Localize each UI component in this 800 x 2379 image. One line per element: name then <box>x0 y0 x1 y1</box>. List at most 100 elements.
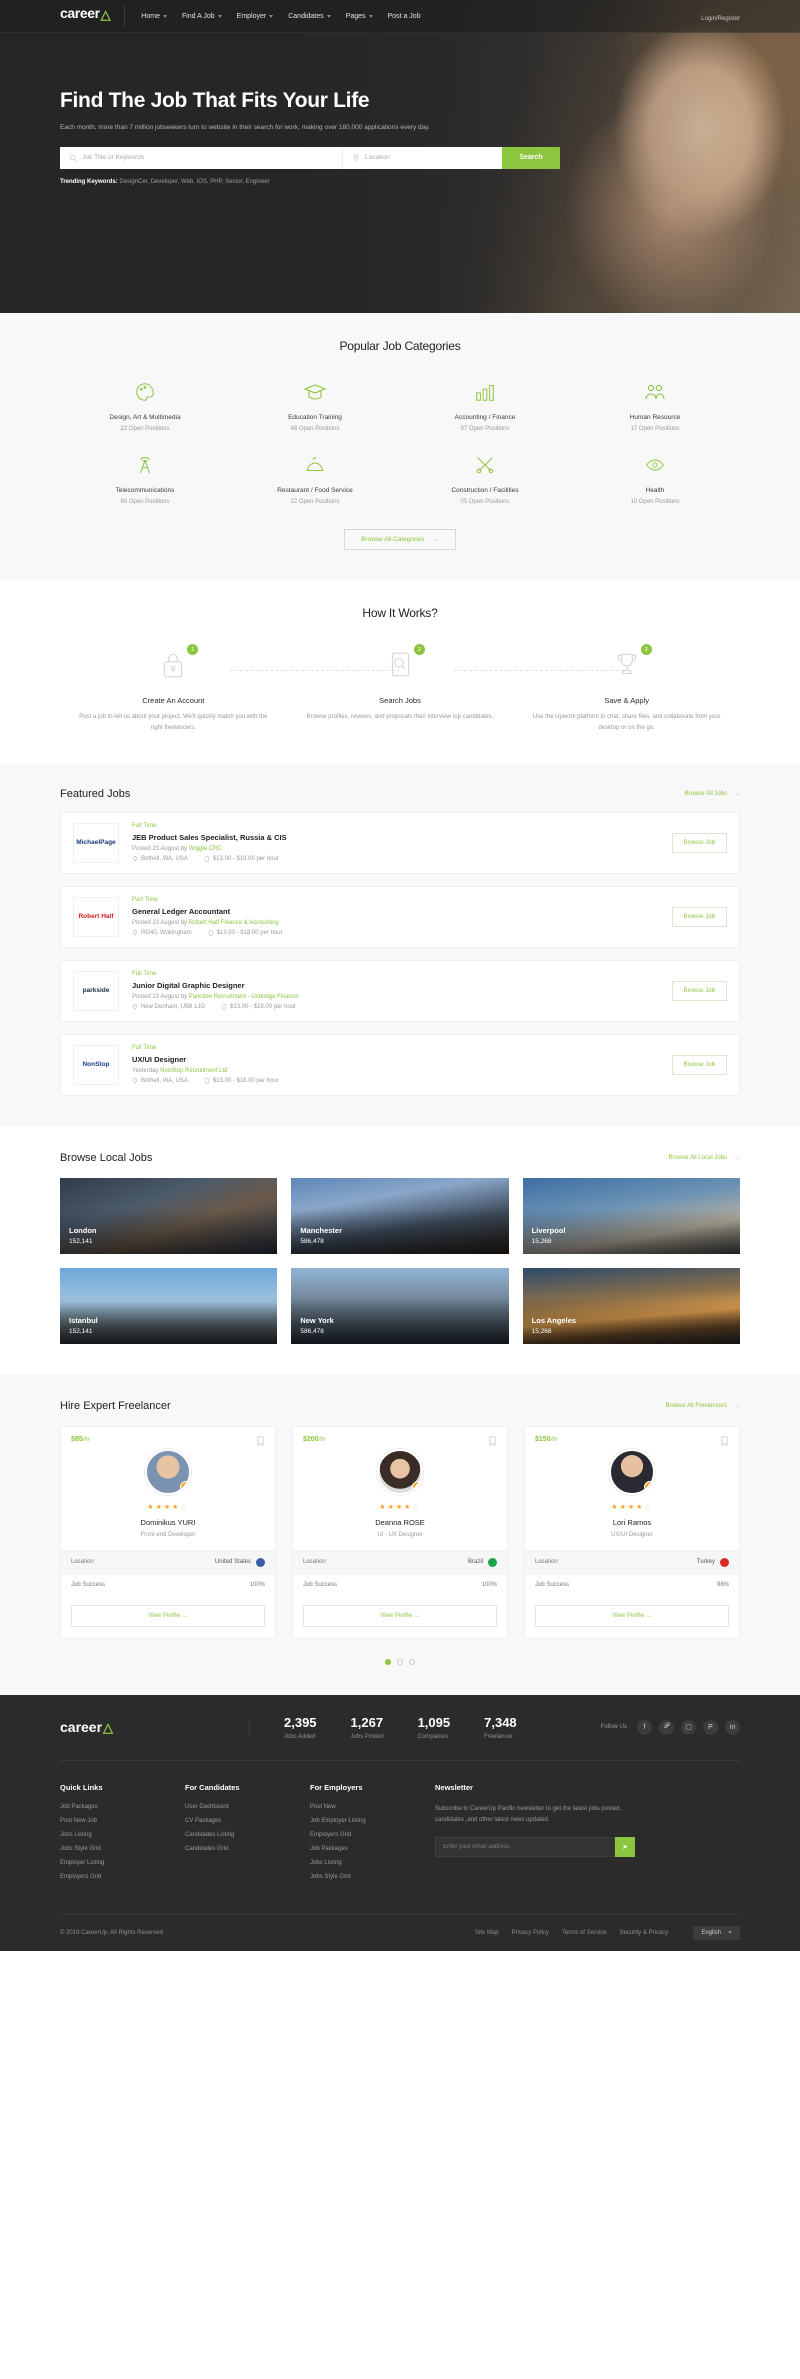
footer-bottom-link[interactable]: Privacy Policy <box>512 1930 549 1936</box>
company-logo: MichaelPage <box>73 822 119 863</box>
carousel-dot[interactable] <box>409 1658 415 1665</box>
login-register-link[interactable]: Login/Register <box>701 16 740 22</box>
footer-link[interactable]: Post New Job <box>60 1818 185 1824</box>
footer-link[interactable]: Candidates Listing <box>185 1832 310 1838</box>
footer-link[interactable]: Jobs Listing <box>310 1860 435 1866</box>
footer-bottom-link[interactable]: Terms of Service <box>562 1930 607 1936</box>
nav-item-home[interactable]: Home <box>141 13 167 20</box>
category-item[interactable]: Construction / Facilities 05 Open Positi… <box>400 452 570 505</box>
nav-item-candidates[interactable]: Candidates <box>288 13 331 20</box>
carousel-dot[interactable] <box>397 1658 403 1665</box>
footer-link[interactable]: Jobs Style Grid <box>60 1846 185 1852</box>
city-card[interactable]: Los Angeles 15,268 <box>522 1267 740 1344</box>
job-card[interactable]: MichaelPage Full Time JEB Product Sales … <box>60 811 740 874</box>
job-company-link[interactable]: Parkside Recruitment - Uxbridge Finance <box>189 994 299 1000</box>
job-card[interactable]: parkside Full Time Junior Digital Graphi… <box>60 959 740 1022</box>
carousel-dot-active[interactable] <box>385 1658 391 1665</box>
city-card[interactable]: New York 586,478 <box>291 1267 509 1344</box>
footer-link[interactable]: User Dashboard <box>185 1804 310 1810</box>
language-selector[interactable]: English <box>693 1925 740 1940</box>
footer-link[interactable]: Jobs Listing <box>60 1832 185 1838</box>
site-logo[interactable]: career △ <box>60 5 126 27</box>
footer-link[interactable]: Post New <box>310 1804 435 1810</box>
bookmark-icon[interactable] <box>256 1436 265 1447</box>
footer-link[interactable]: Employer Listing <box>60 1860 185 1866</box>
footer-link[interactable]: Employers Grid <box>310 1832 435 1838</box>
location-input[interactable] <box>365 154 493 162</box>
category-item[interactable]: Telecommunications 60 Open Positions <box>60 452 230 505</box>
money-icon <box>204 856 209 862</box>
freelancer-card[interactable]: $200/hr ♕ ★★★★☆ Deanna ROSE UI - UX Desi… <box>292 1425 508 1639</box>
footer-logo[interactable]: career △ <box>60 1718 250 1736</box>
step-title: Save & Apply <box>604 696 649 705</box>
browse-job-button[interactable]: Browse Job <box>671 1054 727 1075</box>
browse-all-freelancers-link[interactable]: Browse All Freelancers → <box>666 1403 740 1409</box>
job-card[interactable]: Robert Half Part Time General Ledger Acc… <box>60 885 740 948</box>
city-card[interactable]: Manchester 586,478 <box>291 1177 509 1254</box>
city-card[interactable]: Liverpool 15,268 <box>522 1177 740 1254</box>
job-company-link[interactable]: NonStop Recruitment Ltd <box>160 1068 227 1074</box>
bookmark-icon[interactable] <box>488 1436 497 1447</box>
linkedin-icon[interactable]: in <box>725 1719 740 1735</box>
view-profile-button[interactable]: View Profile → <box>535 1604 729 1627</box>
footer-link[interactable]: Candidates Grid <box>185 1846 310 1852</box>
twitter-icon[interactable]: 𝒫 <box>659 1719 674 1735</box>
view-profile-label: View Profile <box>148 1612 180 1619</box>
browse-all-categories-button[interactable]: Browse All Categories → <box>343 529 457 550</box>
location-search-field[interactable] <box>342 146 502 169</box>
view-profile-label: View Profile <box>612 1612 644 1619</box>
trending-values[interactable]: DesignCer, Developer, Web, IOS, PHP, Sen… <box>119 179 269 185</box>
footer-link[interactable]: Job Employer Listing <box>310 1818 435 1824</box>
footer-link[interactable]: Employers Grid <box>60 1874 185 1880</box>
footer-bottom-link[interactable]: Security & Privacy <box>620 1930 669 1936</box>
keyword-search-field[interactable] <box>60 147 342 169</box>
facebook-icon[interactable]: f <box>637 1719 652 1735</box>
footer-link[interactable]: CV Packages <box>185 1818 310 1824</box>
rate-amount: $150 <box>535 1435 551 1443</box>
browse-job-button[interactable]: Browse Job <box>671 980 727 1001</box>
city-card[interactable]: Istanbul 152,141 <box>60 1267 278 1344</box>
nav-item-find-a-job[interactable]: Find A Job <box>182 13 222 20</box>
nav-item-employer[interactable]: Employer <box>237 13 274 20</box>
nav-item-post-a-job[interactable]: Post a Job <box>388 13 421 20</box>
category-item[interactable]: Accounting / Finance 97 Open Positions <box>400 379 570 432</box>
browse-all-local-jobs-link[interactable]: Browse All Local Jobs → <box>669 1155 740 1161</box>
view-profile-button[interactable]: View Profile → <box>71 1604 265 1627</box>
job-card[interactable]: NonStop Full Time UX/UI Designer Yesterd… <box>60 1033 740 1096</box>
footer-link[interactable]: Job Packages <box>60 1804 185 1810</box>
browse-job-button[interactable]: Browse Job <box>671 906 727 927</box>
job-company-link[interactable]: Wiggle CRC <box>189 846 222 852</box>
city-grid: London 152,141 Manchester 586,478 Liverp… <box>60 1177 740 1344</box>
stat-item: 1,095 Companies <box>418 1715 451 1740</box>
freelancer-name: Dominikus YURI <box>140 1517 196 1527</box>
footer-link[interactable]: Job Packages <box>310 1846 435 1852</box>
category-item[interactable]: Human Resource 17 Open Positions <box>570 379 740 432</box>
people-icon <box>570 379 740 405</box>
footer-link[interactable]: Jobs Style Grid <box>310 1874 435 1880</box>
category-item[interactable]: Design, Art & Multimedia 22 Open Positio… <box>60 379 230 432</box>
freelancer-card[interactable]: $85/hr ♕ ★★★★☆ Dominikus YURI Front-end … <box>60 1425 276 1639</box>
newsletter-email-input[interactable] <box>435 1837 615 1858</box>
browse-all-jobs-link[interactable]: Browse All Jobs → <box>685 791 740 797</box>
how-it-works-grid: 1 Create An Account Post a job to tell u… <box>60 644 740 734</box>
footer-bottom-link[interactable]: Site Map <box>475 1930 499 1936</box>
instagram-icon[interactable]: ▢ <box>681 1719 696 1735</box>
category-item[interactable]: Education Training 48 Open Positions <box>230 379 400 432</box>
nav-label: Post a Job <box>387 12 421 20</box>
nav-item-pages[interactable]: Pages <box>346 13 373 20</box>
freelancers-section: Hire Expert Freelancer Browse All Freela… <box>0 1373 800 1695</box>
job-location-text: Bothell, WA, USA <box>141 1078 188 1085</box>
newsletter-submit-button[interactable]: ➤ <box>615 1837 635 1858</box>
company-logo-text: parkside <box>82 987 110 995</box>
view-profile-button[interactable]: View Profile → <box>303 1604 497 1627</box>
bookmark-icon[interactable] <box>720 1436 729 1447</box>
city-card[interactable]: London 152,141 <box>60 1177 278 1254</box>
search-input[interactable] <box>82 154 333 162</box>
search-button[interactable]: Search <box>502 146 560 169</box>
category-item[interactable]: Restaurant / Food Service 22 Open Positi… <box>230 452 400 505</box>
freelancer-card[interactable]: $150/hr ♕ ★★★★☆ Lori Ramos UX/UI Designe… <box>524 1425 740 1639</box>
job-company-link[interactable]: Robert Half Finance & Accounting <box>189 920 279 926</box>
category-item[interactable]: Health 10 Open Positions <box>570 452 740 505</box>
pinterest-icon[interactable]: P <box>703 1719 718 1735</box>
browse-job-button[interactable]: Browse Job <box>671 832 727 853</box>
